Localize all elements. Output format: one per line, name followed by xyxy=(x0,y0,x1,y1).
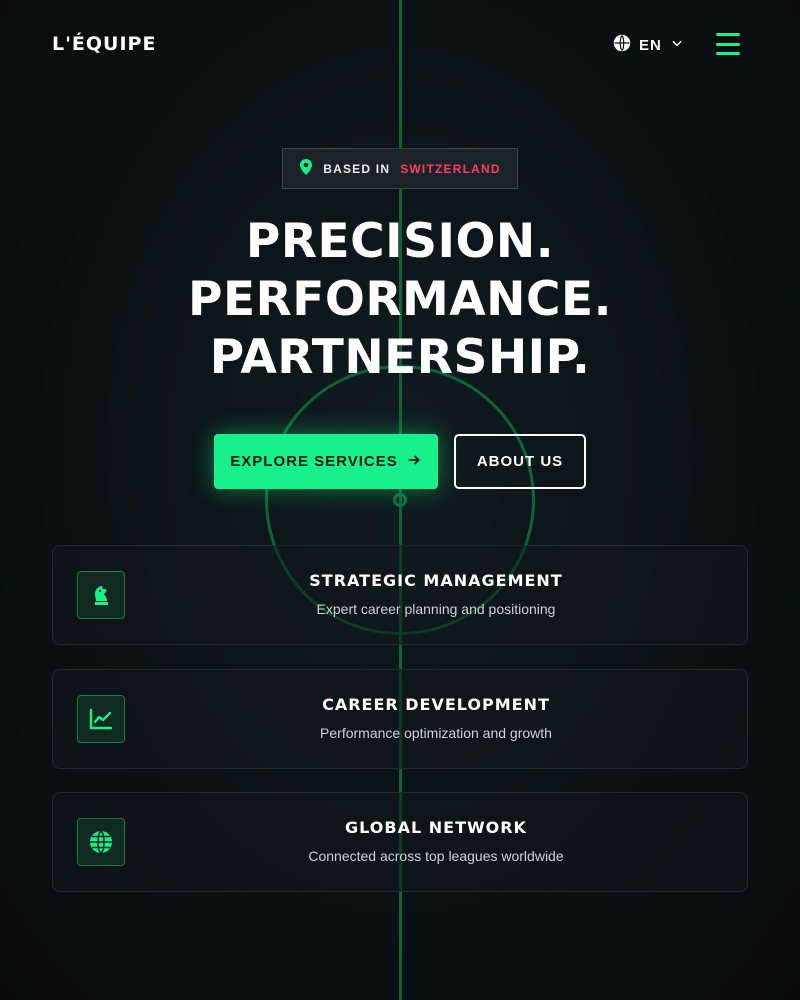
explore-services-label: EXPLORE SERVICES xyxy=(230,453,398,470)
hamburger-menu-icon[interactable] xyxy=(716,33,740,55)
service-title: GLOBAL NETWORK xyxy=(345,818,527,837)
service-description: Performance optimization and growth xyxy=(320,725,552,741)
hero-line: PRECISION. xyxy=(245,214,555,269)
service-title: CAREER DEVELOPMENT xyxy=(322,695,550,714)
site-header: L'ÉQUIPE EN xyxy=(0,0,800,90)
chevron-down-icon xyxy=(670,36,684,55)
service-card-career-development[interactable]: CAREER DEVELOPMENT Performance optimizat… xyxy=(52,669,748,769)
arrow-right-icon xyxy=(406,452,422,472)
language-selector[interactable]: EN xyxy=(613,34,684,56)
location-badge: BASED IN SWITZERLAND xyxy=(282,148,518,189)
explore-services-button[interactable]: EXPLORE SERVICES xyxy=(214,434,438,489)
badge-location: SWITZERLAND xyxy=(400,161,501,176)
language-label: EN xyxy=(639,36,662,54)
hero-headline: PRECISION. PERFORMANCE. PARTNERSHIP. xyxy=(0,213,800,387)
service-title: STRATEGIC MANAGEMENT xyxy=(309,571,563,590)
badge-prefix: BASED IN xyxy=(323,161,391,176)
service-description: Expert career planning and positioning xyxy=(316,601,556,617)
service-card-strategic-management[interactable]: STRATEGIC MANAGEMENT Expert career plann… xyxy=(52,545,748,645)
site-logo[interactable]: L'ÉQUIPE xyxy=(52,33,156,55)
hero-line: PARTNERSHIP. xyxy=(209,330,591,385)
pitch-center-spot xyxy=(393,493,407,507)
hero-line: PERFORMANCE. xyxy=(188,272,612,327)
service-description: Connected across top leagues worldwide xyxy=(308,848,564,864)
globe-icon xyxy=(613,34,631,57)
map-pin-icon xyxy=(299,159,313,178)
about-us-button[interactable]: ABOUT US xyxy=(454,434,586,489)
service-card-global-network[interactable]: GLOBAL NETWORK Connected across top leag… xyxy=(52,792,748,892)
